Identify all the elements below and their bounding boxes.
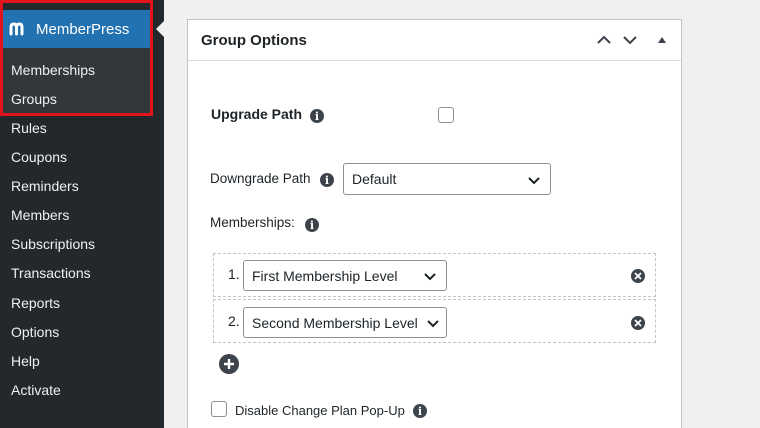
brand-name: MemberPress — [36, 20, 130, 38]
sidebar-item-subscriptions[interactable]: Subscriptions — [11, 236, 95, 252]
membership-row-number: 1. — [228, 266, 240, 282]
collapse-toggle-icon[interactable] — [653, 31, 671, 49]
sidebar-item-reports[interactable]: Reports — [11, 295, 60, 311]
sidebar-item-transactions[interactable]: Transactions — [11, 265, 91, 281]
chevron-down-icon — [424, 273, 436, 281]
group-options-panel: Group Options Upgrade Path i Downgrade P… — [187, 19, 682, 428]
admin-sidebar: MemberPress Memberships Groups Rules Cou… — [0, 0, 164, 428]
downgrade-path-value: Default — [352, 171, 397, 187]
disable-popup-info-icon[interactable]: i — [413, 404, 427, 418]
sidebar-item-memberpress[interactable]: MemberPress — [0, 10, 152, 48]
sidebar-item-help[interactable]: Help — [11, 353, 40, 369]
panel-header: Group Options — [188, 20, 681, 61]
sidebar-item-coupons[interactable]: Coupons — [11, 149, 67, 165]
chevron-down-icon — [528, 177, 540, 185]
chevron-down-icon — [426, 316, 440, 330]
membership-select-1[interactable]: First Membership Level — [243, 260, 447, 291]
submenu-item-groups[interactable]: Groups — [11, 91, 57, 107]
disable-popup-checkbox[interactable] — [211, 401, 227, 417]
sidebar-item-rules[interactable]: Rules — [11, 120, 47, 136]
membership-select-1-value: First Membership Level — [252, 267, 398, 284]
sidebar-item-options[interactable]: Options — [11, 324, 59, 340]
sidebar-item-reminders[interactable]: Reminders — [11, 178, 79, 194]
downgrade-path-info-icon[interactable]: i — [320, 173, 334, 187]
move-up-icon[interactable] — [595, 31, 613, 49]
remove-row-1-icon[interactable] — [631, 269, 645, 283]
panel-title: Group Options — [201, 31, 307, 49]
upgrade-path-label: Upgrade Path — [211, 106, 303, 122]
submenu-item-memberships[interactable]: Memberships — [11, 62, 95, 78]
memberships-label: Memberships: — [210, 215, 295, 230]
membership-row-number: 2. — [228, 313, 240, 329]
disable-popup-label: Disable Change Plan Pop-Up — [235, 403, 405, 418]
remove-row-2-icon[interactable] — [631, 316, 645, 330]
membership-select-2[interactable]: Second Membership Level — [243, 307, 447, 338]
upgrade-path-info-icon[interactable]: i — [310, 109, 324, 123]
downgrade-path-select[interactable]: Default — [343, 163, 551, 195]
active-menu-notch — [156, 21, 164, 37]
move-down-icon[interactable] — [621, 31, 639, 49]
sidebar-item-members[interactable]: Members — [11, 207, 69, 223]
sidebar-item-activate[interactable]: Activate — [11, 382, 61, 398]
upgrade-path-checkbox[interactable] — [438, 107, 454, 123]
downgrade-path-label: Downgrade Path — [210, 171, 311, 186]
memberships-info-icon[interactable]: i — [305, 218, 319, 232]
add-membership-icon[interactable] — [219, 354, 239, 374]
memberpress-logo-icon — [8, 18, 30, 40]
membership-select-2-value: Second Membership Level — [252, 314, 418, 331]
